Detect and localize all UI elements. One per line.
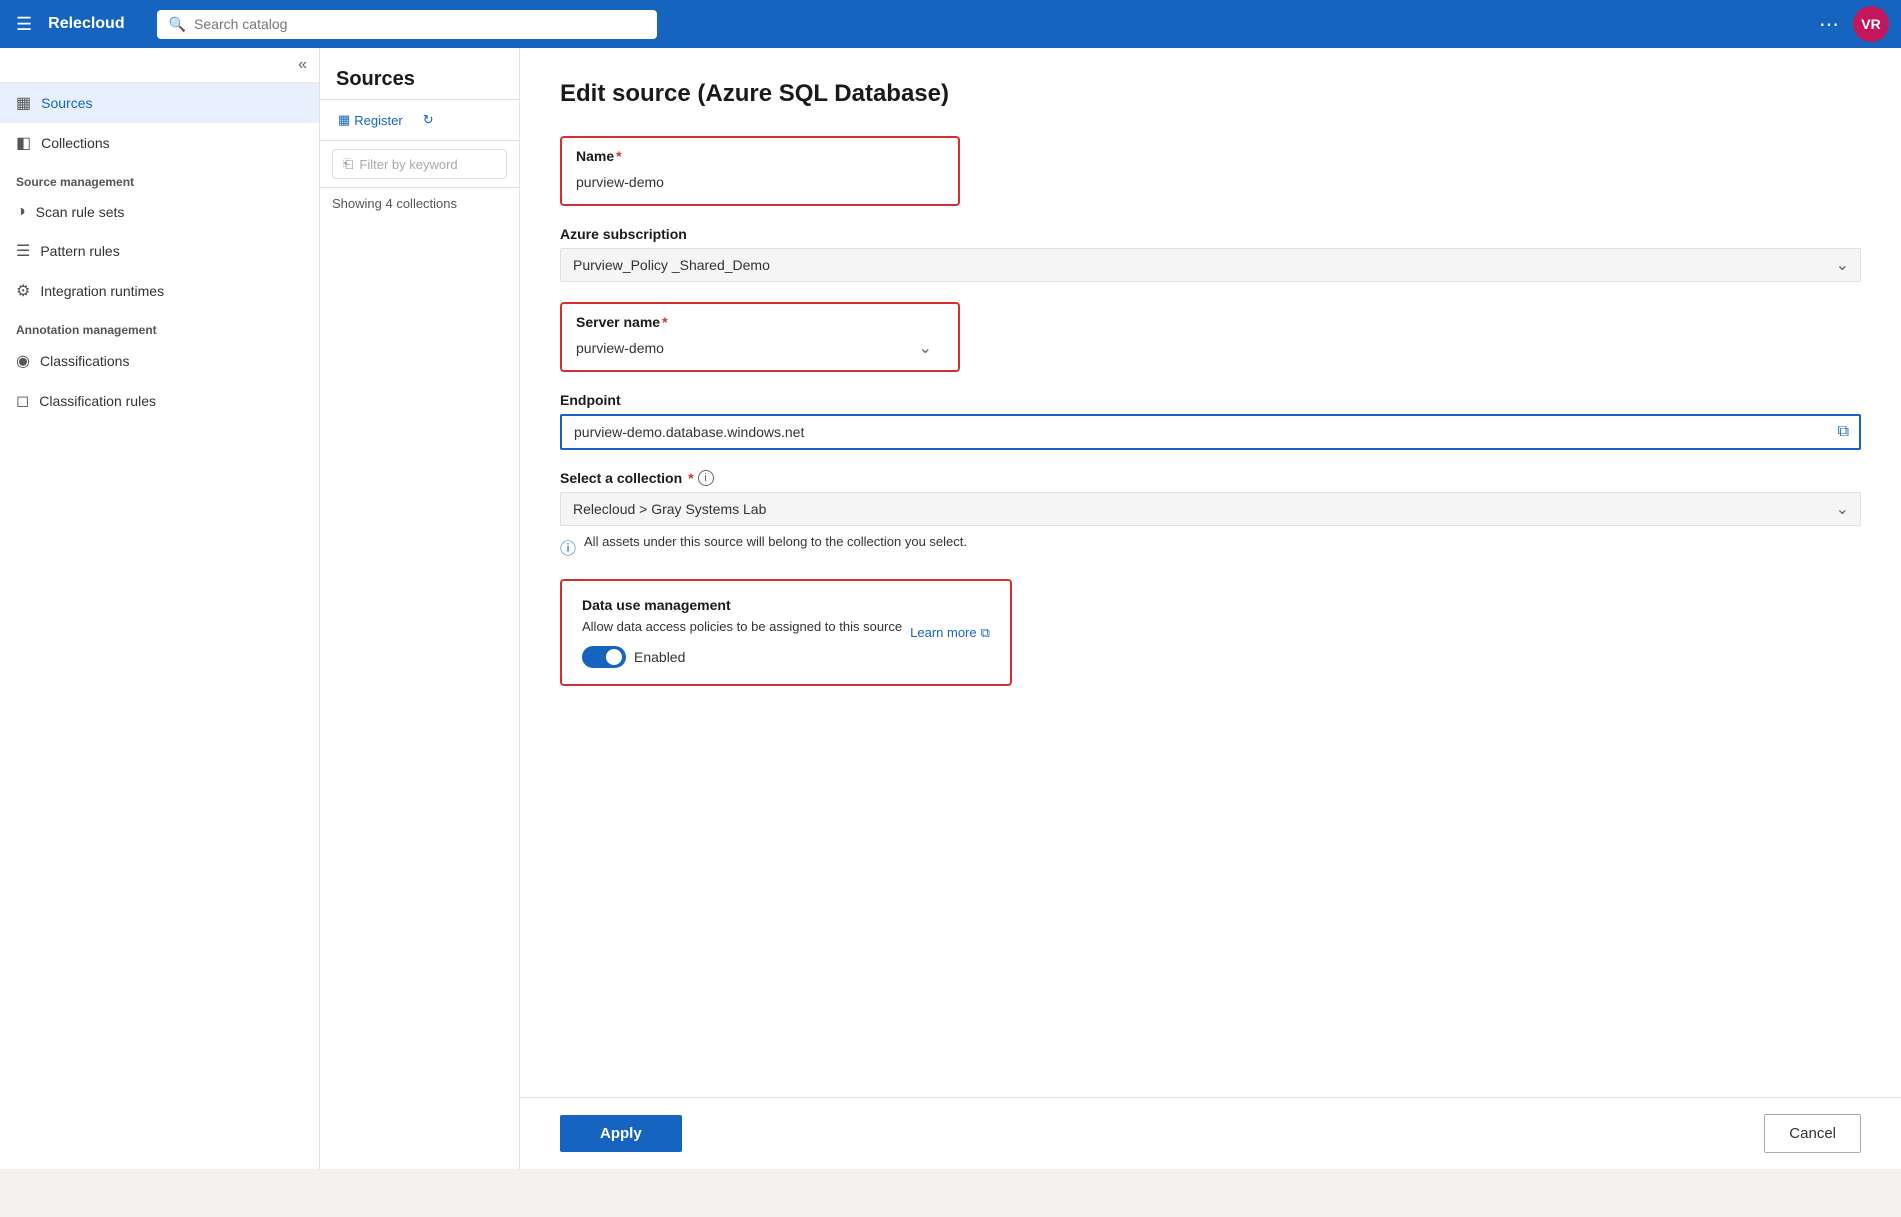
endpoint-label: Endpoint xyxy=(560,392,1861,408)
search-icon: 🔍 xyxy=(169,16,186,33)
form-title: Edit source (Azure SQL Database) xyxy=(560,80,1861,108)
data-management-toggle[interactable] xyxy=(582,646,626,668)
sidebar-item-scan-label: Scan rule sets xyxy=(36,204,125,220)
hamburger-menu-icon[interactable]: ☰ xyxy=(12,10,36,39)
external-link-icon: ⧉ xyxy=(981,625,990,641)
data-management-group: Data use management Allow data access po… xyxy=(560,579,1861,706)
top-navigation: ☰ Relecloud 🔍 ⋯ VR xyxy=(0,0,1901,48)
sidebar-item-pattern-rules[interactable]: ☰ Pattern rules xyxy=(0,231,319,271)
classifications-icon: ◉ xyxy=(16,351,30,371)
server-name-label: Server name* xyxy=(576,314,944,330)
sources-icon: ▦ xyxy=(16,93,31,113)
azure-subscription-select[interactable]: Purview_Policy _Shared_Demo xyxy=(560,248,1861,282)
form-footer: Apply Cancel xyxy=(520,1097,1901,1169)
name-input[interactable] xyxy=(576,170,944,194)
filter-bar: ⎗ Filter by keyword xyxy=(320,141,519,188)
data-management-title: Data use management xyxy=(582,597,990,613)
sidebar-collapse-bar: « xyxy=(0,48,319,83)
filter-icon: ⎗ xyxy=(343,156,353,172)
sidebar-item-collections-label: Collections xyxy=(41,135,109,151)
endpoint-wrapper: ⧉ xyxy=(560,414,1861,450)
sidebar-item-sources[interactable]: ▦ Sources xyxy=(0,83,319,123)
collections-icon: ◧ xyxy=(16,133,31,153)
sidebar-item-integration-runtimes[interactable]: ⚙ Integration runtimes xyxy=(0,271,319,311)
sidebar-item-runtime-label: Integration runtimes xyxy=(40,283,164,299)
sidebar-item-classification-rules[interactable]: ◻ Classification rules xyxy=(0,381,319,421)
collection-info-text: ⓘ All assets under this source will belo… xyxy=(560,534,1861,559)
sidebar-item-scan-rule-sets[interactable]: ◑ Scan rule sets xyxy=(0,193,319,231)
main-form-panel: Edit source (Azure SQL Database) Name* A… xyxy=(520,48,1901,1169)
learn-more-link[interactable]: Learn more ⧉ xyxy=(910,625,990,641)
collection-label: Select a collection * xyxy=(560,470,694,486)
search-input[interactable] xyxy=(194,16,645,32)
more-options-icon[interactable]: ⋯ xyxy=(1819,12,1841,37)
sources-panel-toolbar: ▦ Register ↻ xyxy=(320,100,519,141)
collection-field-group: Select a collection * i Relecloud > Gray… xyxy=(560,470,1861,559)
avatar[interactable]: VR xyxy=(1853,6,1889,42)
cancel-button[interactable]: Cancel xyxy=(1764,1114,1861,1153)
app-title: Relecloud xyxy=(48,15,124,33)
refresh-button[interactable]: ↻ xyxy=(417,108,440,132)
sources-list-panel: Sources ▦ Register ↻ ⎗ Filter by keyword… xyxy=(320,48,520,1169)
collection-label-row: Select a collection * i xyxy=(560,470,1861,486)
data-management-box: Data use management Allow data access po… xyxy=(560,579,1012,686)
name-field-group: Name* xyxy=(560,136,1861,206)
toggle-track xyxy=(582,646,626,668)
integration-runtimes-icon: ⚙ xyxy=(16,281,30,301)
register-button[interactable]: ▦ Register xyxy=(332,108,409,132)
data-management-description: Allow data access policies to be assigne… xyxy=(582,619,902,634)
scan-rule-sets-icon: ◑ xyxy=(16,203,26,221)
source-management-section: Source management xyxy=(0,163,319,193)
sidebar-item-sources-label: Sources xyxy=(41,95,92,111)
sidebar-item-classifications-label: Classifications xyxy=(40,353,129,369)
sidebar-item-pattern-label: Pattern rules xyxy=(40,243,119,259)
sources-panel-title: Sources xyxy=(320,48,519,100)
azure-subscription-label: Azure subscription xyxy=(560,226,1861,242)
sidebar-item-classification-rules-label: Classification rules xyxy=(39,393,156,409)
copy-icon[interactable]: ⧉ xyxy=(1838,423,1849,441)
refresh-icon: ↻ xyxy=(423,112,434,128)
sidebar-item-classifications[interactable]: ◉ Classifications xyxy=(0,341,319,381)
search-bar: 🔍 xyxy=(157,10,657,39)
collection-select[interactable]: Relecloud > Gray Systems Lab xyxy=(560,492,1861,526)
filter-placeholder: Filter by keyword xyxy=(359,157,457,172)
apply-button[interactable]: Apply xyxy=(560,1115,682,1152)
classification-rules-icon: ◻ xyxy=(16,391,29,411)
annotation-management-section: Annotation management xyxy=(0,311,319,341)
endpoint-input[interactable] xyxy=(560,414,1861,450)
data-management-toggle-row: Enabled xyxy=(582,646,990,668)
register-icon: ▦ xyxy=(338,112,350,128)
toggle-label: Enabled xyxy=(634,649,685,665)
collection-info-icon[interactable]: i xyxy=(698,470,714,486)
azure-subscription-group: Azure subscription Purview_Policy _Share… xyxy=(560,226,1861,282)
filter-input-wrapper: ⎗ Filter by keyword xyxy=(332,149,507,179)
name-label: Name* xyxy=(576,148,944,164)
edit-source-form: Edit source (Azure SQL Database) Name* A… xyxy=(520,48,1901,1097)
collection-select-wrapper: Relecloud > Gray Systems Lab ⌄ xyxy=(560,492,1861,526)
endpoint-field-group: Endpoint ⧉ xyxy=(560,392,1861,450)
pattern-rules-icon: ☰ xyxy=(16,241,30,261)
azure-subscription-select-wrapper: Purview_Policy _Shared_Demo ⌄ xyxy=(560,248,1861,282)
toggle-thumb xyxy=(606,649,622,665)
showing-collections-text: Showing 4 collections xyxy=(320,188,519,219)
collection-info-circle-icon: ⓘ xyxy=(560,535,576,559)
collapse-sidebar-button[interactable]: « xyxy=(298,56,307,74)
sidebar: « ▦ Sources ◧ Collections Source managem… xyxy=(0,48,320,1169)
server-name-input[interactable] xyxy=(576,336,944,360)
server-name-field-group: Server name* ⌄ xyxy=(560,302,1861,372)
sidebar-item-collections[interactable]: ◧ Collections xyxy=(0,123,319,163)
